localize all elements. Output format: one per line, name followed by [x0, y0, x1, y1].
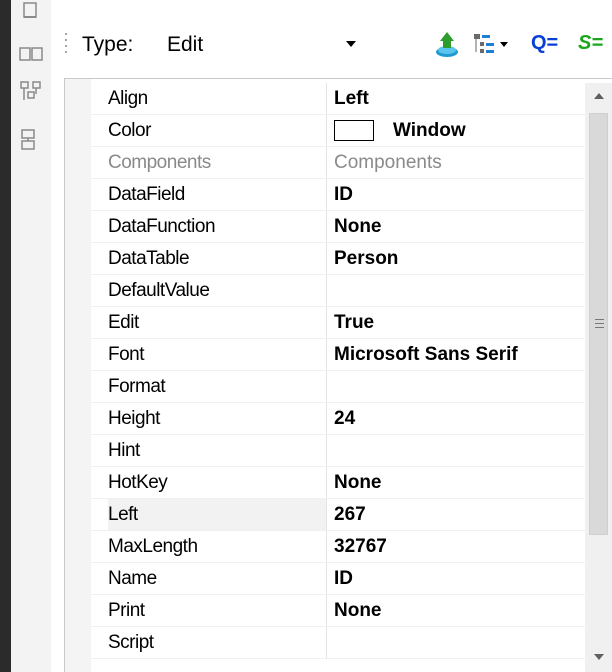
property-value[interactable]: ID	[334, 179, 353, 210]
column-divider	[326, 211, 327, 242]
layout-toolbar	[11, 0, 51, 672]
property-name: HotKey	[108, 472, 168, 493]
property-value[interactable]: None	[334, 211, 382, 242]
property-value[interactable]: 32767	[334, 531, 387, 562]
grid-margin	[64, 78, 91, 672]
column-divider	[326, 467, 327, 498]
property-name: Edit	[108, 312, 139, 333]
column-divider	[326, 435, 327, 466]
property-value[interactable]: Window	[393, 115, 466, 146]
property-value[interactable]: Components	[334, 147, 442, 178]
property-row-defaultvalue[interactable]: DefaultValue	[91, 275, 585, 307]
property-name: Color	[108, 120, 151, 141]
column-divider	[326, 243, 327, 274]
grid-border	[64, 78, 65, 672]
property-grid: Align Left Color Window Components Compo…	[64, 78, 612, 672]
q-equals-button[interactable]: Q=	[531, 32, 558, 55]
toolbar-grip-icon[interactable]	[64, 30, 68, 60]
property-row-components[interactable]: Components Components	[91, 147, 585, 179]
grid-border	[64, 78, 612, 79]
property-name: Script	[108, 632, 154, 653]
column-divider	[326, 275, 327, 306]
tree-list-icon[interactable]	[472, 30, 512, 60]
property-row-hint[interactable]: Hint	[91, 435, 585, 467]
property-row-print[interactable]: Print None	[91, 595, 585, 627]
column-divider	[326, 83, 327, 114]
property-value[interactable]: None	[334, 467, 382, 498]
property-name: Components	[108, 152, 211, 173]
column-divider	[326, 179, 327, 210]
column-divider	[326, 499, 327, 530]
property-value[interactable]: None	[334, 595, 382, 626]
column-divider	[326, 403, 327, 434]
property-row-edit[interactable]: Edit True	[91, 307, 585, 339]
property-value[interactable]: 24	[334, 403, 355, 434]
property-value[interactable]: Microsoft Sans Serif	[334, 339, 518, 370]
property-name: Height	[108, 408, 160, 429]
column-divider	[326, 595, 327, 626]
property-name: DataFunction	[108, 216, 216, 237]
scroll-thumb[interactable]	[589, 113, 608, 535]
type-toolbar: Type: Edit Q= S=	[64, 22, 612, 68]
color-swatch	[334, 120, 374, 141]
property-row-datafield[interactable]: DataField ID	[91, 179, 585, 211]
property-row-format[interactable]: Format	[91, 371, 585, 403]
property-value[interactable]: Person	[334, 243, 398, 274]
type-select[interactable]: Edit	[167, 33, 203, 57]
property-value[interactable]: 267	[334, 499, 366, 530]
align-top-icon[interactable]	[19, 2, 41, 24]
vertical-scrollbar[interactable]	[585, 83, 612, 672]
scroll-down-icon[interactable]	[594, 654, 604, 660]
align-horizontal-icon[interactable]	[19, 44, 43, 66]
column-divider	[326, 147, 327, 178]
window-edge	[0, 0, 11, 672]
scroll-up-icon[interactable]	[594, 93, 604, 99]
property-row-align[interactable]: Align Left	[91, 83, 585, 115]
property-name: DataTable	[108, 248, 190, 269]
property-name: MaxLength	[108, 536, 198, 557]
chevron-down-icon[interactable]	[346, 41, 356, 47]
align-tree-icon[interactable]	[19, 80, 41, 102]
property-name: Left	[108, 499, 326, 530]
property-name: Align	[108, 88, 148, 109]
export-icon[interactable]	[432, 30, 462, 60]
property-row-left[interactable]: Left 267	[91, 499, 585, 531]
property-row-hotkey[interactable]: HotKey None	[91, 467, 585, 499]
property-row-name[interactable]: Name ID	[91, 563, 585, 595]
s-equals-button[interactable]: S=	[578, 32, 603, 55]
property-row-datafunction[interactable]: DataFunction None	[91, 211, 585, 243]
property-value[interactable]: ID	[334, 563, 353, 594]
property-value[interactable]: True	[334, 307, 374, 338]
column-divider	[326, 627, 327, 658]
column-divider	[326, 563, 327, 594]
property-row-color[interactable]: Color Window	[91, 115, 585, 147]
property-row-maxlength[interactable]: MaxLength 32767	[91, 531, 585, 563]
property-name: DefaultValue	[108, 280, 210, 301]
property-name: Print	[108, 600, 145, 621]
column-divider	[326, 531, 327, 562]
property-name: Format	[108, 376, 166, 397]
property-row-datatable[interactable]: DataTable Person	[91, 243, 585, 275]
column-divider	[326, 339, 327, 370]
grip-icon	[595, 319, 604, 331]
column-divider	[326, 115, 327, 146]
property-value[interactable]: Left	[334, 83, 369, 114]
property-row-height[interactable]: Height 24	[91, 403, 585, 435]
align-vertical-icon[interactable]	[19, 128, 41, 150]
property-name: Hint	[108, 440, 140, 461]
property-name: Name	[108, 568, 157, 589]
property-row-script[interactable]: Script	[91, 627, 585, 659]
column-divider	[326, 371, 327, 402]
property-row-font[interactable]: Font Microsoft Sans Serif	[91, 339, 585, 371]
property-name: Font	[108, 344, 145, 365]
column-divider	[326, 307, 327, 338]
property-rows: Align Left Color Window Components Compo…	[91, 83, 585, 659]
type-label: Type:	[82, 33, 134, 56]
property-name: DataField	[108, 184, 185, 205]
